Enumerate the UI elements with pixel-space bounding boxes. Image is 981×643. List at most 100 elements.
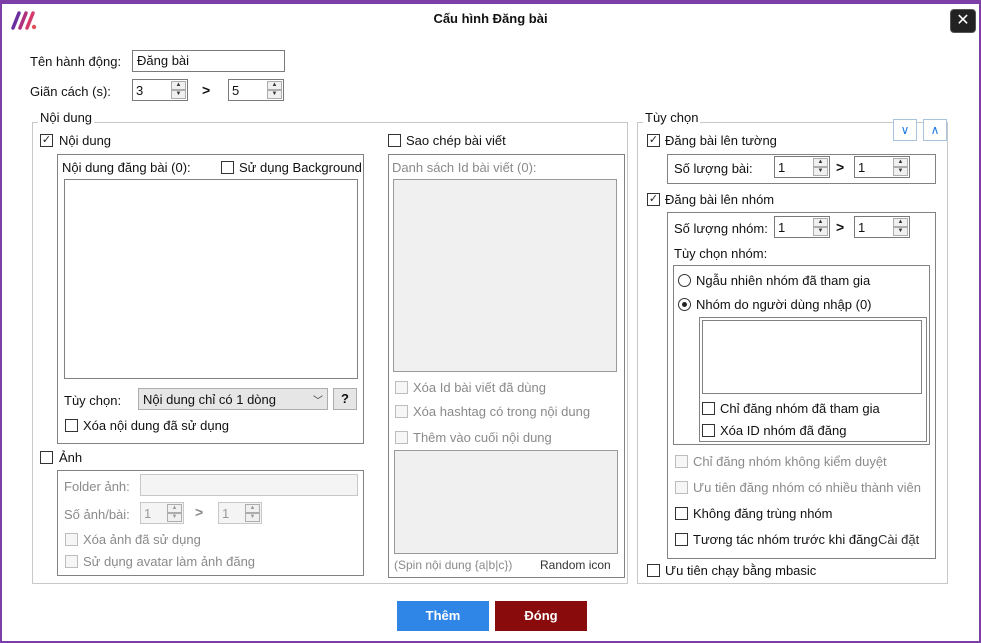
add-button[interactable]: Thêm: [397, 601, 489, 631]
post-count-min-value: 1: [778, 160, 786, 175]
image-checkbox[interactable]: [40, 451, 53, 464]
delete-used-ids-checkbox[interactable]: [395, 381, 408, 394]
dialog-window: Cấu hình Đăng bài ✕ Tên hành động: Đăng …: [0, 0, 981, 643]
spin-down-icon[interactable]: ▼: [245, 513, 260, 522]
post-count-max-stepper[interactable]: 1 ▲ ▼: [854, 156, 910, 178]
only-unmoderated-label: Chỉ đăng nhóm không kiểm duyệt: [693, 454, 887, 469]
spin-down-icon[interactable]: ▼: [267, 90, 282, 99]
content-checkbox[interactable]: ✓: [40, 134, 53, 147]
title-bar: Cấu hình Đăng bài ✕: [2, 4, 979, 36]
prefer-large-checkbox[interactable]: [675, 481, 688, 494]
group-count-label: Số lượng nhóm:: [674, 221, 768, 236]
spin-up-icon[interactable]: ▲: [245, 504, 260, 513]
post-group-checkbox[interactable]: ✓: [647, 193, 660, 206]
delete-used-content-checkbox[interactable]: [65, 419, 78, 432]
interval-max-stepper[interactable]: 5 ▲ ▼: [228, 79, 284, 101]
group-ids-textarea[interactable]: [702, 320, 922, 394]
group-options-label: Tùy chọn nhóm:: [674, 246, 768, 261]
images-max-stepper[interactable]: 1 ▲ ▼: [218, 502, 262, 524]
spin-down-icon[interactable]: ▼: [893, 227, 908, 236]
delete-hashtag-checkbox[interactable]: [395, 405, 408, 418]
settings-link[interactable]: Cài đặt: [878, 532, 919, 547]
id-list-textarea[interactable]: [393, 179, 617, 372]
post-wall-checkbox[interactable]: ✓: [647, 134, 660, 147]
option-label: Tùy chọn:: [64, 393, 122, 408]
delete-posted-ids-checkbox[interactable]: [702, 424, 715, 437]
mbasic-checkbox[interactable]: [647, 564, 660, 577]
group-count-max-value: 1: [858, 220, 866, 235]
spin-down-icon[interactable]: ▼: [893, 167, 908, 176]
user-input-groups-radio[interactable]: [678, 298, 691, 311]
image-checkbox-label: Ảnh: [59, 450, 83, 465]
only-joined-checkbox[interactable]: [702, 402, 715, 415]
group-count-min-stepper[interactable]: 1 ▲ ▼: [774, 216, 830, 238]
action-name-label: Tên hành động:: [30, 54, 122, 69]
delete-used-images-checkbox[interactable]: [65, 533, 78, 546]
images-min-stepper[interactable]: 1 ▲ ▼: [140, 502, 184, 524]
group-count-max-stepper[interactable]: 1 ▲ ▼: [854, 216, 910, 238]
greater-than-sign: >: [836, 159, 845, 175]
spin-up-icon[interactable]: ▲: [267, 81, 282, 90]
interval-min-value: 3: [136, 83, 144, 98]
spin-down-icon[interactable]: ▼: [171, 90, 186, 99]
id-list-label: Danh sách Id bài viết (0):: [392, 160, 537, 175]
post-content-label: Nội dung đăng bài (0):: [62, 160, 191, 175]
append-content-checkbox[interactable]: [395, 431, 408, 444]
no-duplicate-checkbox[interactable]: [675, 507, 688, 520]
greater-than-sign: >: [202, 82, 211, 98]
only-unmoderated-checkbox[interactable]: [675, 455, 688, 468]
group-count-min-value: 1: [778, 220, 786, 235]
spin-hint: (Spin nội dung {a|b|c}): [394, 558, 513, 572]
post-count-max-value: 1: [858, 160, 866, 175]
delete-used-images-label: Xóa ảnh đã sử dụng: [83, 532, 201, 547]
window-title: Cấu hình Đăng bài: [433, 11, 548, 26]
delete-used-ids-label: Xóa Id bài viết đã dùng: [413, 380, 546, 395]
spin-up-icon[interactable]: ▲: [167, 504, 182, 513]
images-per-post-label: Số ảnh/bài:: [64, 507, 130, 522]
spin-down-icon[interactable]: ▼: [813, 167, 828, 176]
delete-used-content-label: Xóa nội dung đã sử dụng: [83, 418, 230, 433]
interact-before-label: Tương tác nhóm trước khi đăng: [693, 532, 878, 547]
use-avatar-checkbox[interactable]: [65, 555, 78, 568]
content-group-legend: Nội dung: [38, 110, 95, 125]
random-joined-radio[interactable]: [678, 274, 691, 287]
copy-post-label: Sao chép bài viết: [406, 133, 506, 148]
spin-up-icon[interactable]: ▲: [813, 158, 828, 167]
help-button[interactable]: ?: [333, 388, 357, 410]
interval-min-stepper[interactable]: 3 ▲ ▼: [132, 79, 188, 101]
post-content-textarea[interactable]: [64, 179, 358, 379]
use-background-label: Sử dụng Background: [239, 160, 362, 175]
chevron-up-icon[interactable]: ∧: [923, 119, 947, 141]
close-button[interactable]: Đóng: [495, 601, 587, 631]
folder-input[interactable]: [140, 474, 358, 496]
delete-posted-ids-label: Xóa ID nhóm đã đăng: [720, 423, 847, 438]
action-name-input[interactable]: Đăng bài: [132, 50, 285, 72]
option-dropdown[interactable]: Nội dung chỉ có 1 dòng ﹀: [138, 388, 328, 410]
images-max-value: 1: [222, 506, 230, 521]
use-background-checkbox[interactable]: [221, 161, 234, 174]
spin-down-icon[interactable]: ▼: [813, 227, 828, 236]
post-count-min-stepper[interactable]: 1 ▲ ▼: [774, 156, 830, 178]
close-icon[interactable]: ✕: [950, 9, 976, 33]
folder-label: Folder ảnh:: [64, 479, 130, 494]
append-content-textarea[interactable]: [394, 450, 618, 554]
interval-label: Giãn cách (s):: [30, 84, 111, 99]
random-icon-link[interactable]: Random icon: [540, 558, 611, 572]
random-joined-label: Ngẫu nhiên nhóm đã tham gia: [696, 273, 871, 288]
copy-post-checkbox[interactable]: [388, 134, 401, 147]
options-group-legend: Tùy chọn: [643, 110, 701, 125]
spin-up-icon[interactable]: ▲: [893, 158, 908, 167]
spin-up-icon[interactable]: ▲: [171, 81, 186, 90]
no-duplicate-label: Không đăng trùng nhóm: [693, 506, 833, 521]
prefer-large-label: Ưu tiên đăng nhóm có nhiều thành viên: [693, 480, 921, 495]
greater-than-sign: >: [195, 504, 204, 520]
spin-up-icon[interactable]: ▲: [813, 218, 828, 227]
interact-before-checkbox[interactable]: [675, 533, 688, 546]
append-content-label: Thêm vào cuối nội dung: [413, 430, 552, 445]
spin-down-icon[interactable]: ▼: [167, 513, 182, 522]
spin-up-icon[interactable]: ▲: [893, 218, 908, 227]
interval-max-value: 5: [232, 83, 240, 98]
greater-than-sign: >: [836, 219, 845, 235]
chevron-down-icon: ﹀: [313, 396, 323, 407]
chevron-down-icon[interactable]: ∨: [893, 119, 917, 141]
